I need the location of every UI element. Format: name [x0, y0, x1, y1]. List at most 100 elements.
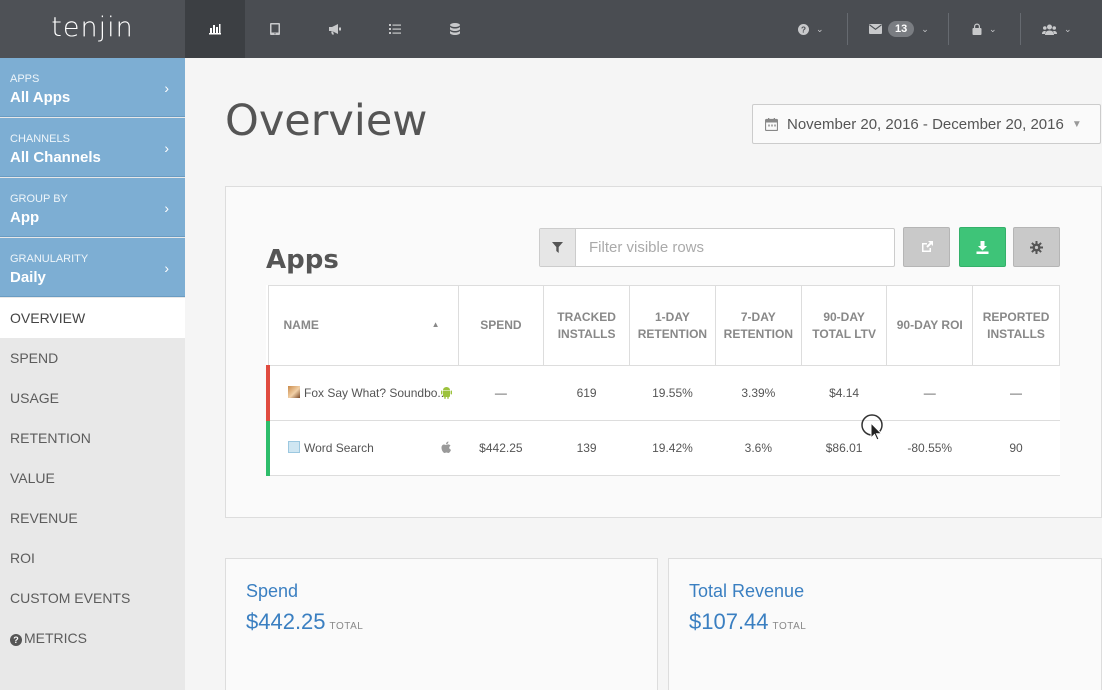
- sidebar: APPS All Apps › CHANNELS All Channels › …: [0, 58, 185, 690]
- filter-button[interactable]: [540, 229, 576, 266]
- filter-rows-field: [539, 228, 895, 267]
- app-name-cell[interactable]: Fox Say What? Soundbo...: [265, 365, 459, 421]
- column-header-tracked-installs[interactable]: TRACKED INSTALLS: [543, 285, 630, 366]
- chevron-down-icon: ⌄: [921, 23, 929, 34]
- filter-rows-input[interactable]: [576, 229, 894, 266]
- column-header-spend[interactable]: SPEND: [457, 285, 545, 366]
- download-button[interactable]: [959, 227, 1006, 267]
- chevron-right-icon: ›: [164, 80, 169, 96]
- tablet-icon: [270, 23, 280, 35]
- dashboard-nav-button[interactable]: [185, 0, 245, 58]
- filter-value: All Apps: [10, 89, 71, 106]
- tracked-installs-cell: 139: [543, 420, 630, 476]
- chevron-right-icon: ›: [164, 260, 169, 276]
- total-revenue-card-unit: TOTAL: [772, 621, 807, 632]
- channels-filter[interactable]: CHANNELS All Channels ›: [0, 118, 185, 177]
- filter-label: APPS: [10, 73, 40, 85]
- app-name-cell[interactable]: Word Search: [265, 420, 459, 476]
- reported-installs-cell: 90: [972, 420, 1060, 476]
- column-header-90-day-total-ltv[interactable]: 90-DAY TOTAL LTV: [800, 285, 888, 366]
- table-row[interactable]: Fox Say What? Soundbo... — 619 19.55% 3.…: [265, 365, 1060, 421]
- team-menu[interactable]: ⌄: [1042, 0, 1072, 58]
- group-by-filter[interactable]: GROUP BY App ›: [0, 178, 185, 237]
- lock-icon: [972, 23, 982, 35]
- app-icon: [288, 386, 300, 398]
- sidebar-item-retention[interactable]: RETENTION: [0, 418, 185, 458]
- divider: [948, 13, 949, 45]
- filter-icon: [552, 242, 563, 253]
- question-circle-icon: ?: [798, 23, 809, 35]
- column-header-reported-installs[interactable]: REPORTED INSTALLS: [972, 285, 1060, 366]
- table-row[interactable]: Word Search $442.25 139 19.42% 3.6% $86.…: [265, 420, 1060, 476]
- settings-button[interactable]: [1013, 227, 1060, 267]
- app-icon: [288, 441, 300, 453]
- retention-1d-cell: 19.55%: [629, 365, 716, 421]
- external-link-icon: [921, 241, 933, 252]
- retention-7d-cell: 3.39%: [715, 365, 802, 421]
- roi-90d-cell: —: [886, 365, 973, 421]
- column-header-7-day-retention[interactable]: 7-DAY RETENTION: [714, 285, 802, 366]
- filter-value: Daily: [10, 269, 46, 286]
- apps-panel-title: Apps: [266, 245, 339, 275]
- open-external-button[interactable]: [903, 227, 950, 267]
- column-header-name[interactable]: NAME ▲: [267, 285, 459, 366]
- caret-down-icon: ▼: [1071, 118, 1082, 130]
- android-icon: [441, 387, 453, 399]
- filter-label: GROUP BY: [10, 193, 68, 205]
- apple-icon: [441, 441, 452, 453]
- table-header-row: NAME ▲ SPEND TRACKED INSTALLS 1-DAY RETEN…: [267, 285, 1060, 366]
- database-icon: [450, 23, 460, 35]
- app-name: Word Search: [304, 441, 374, 455]
- spend-card-unit: TOTAL: [329, 621, 364, 632]
- chevron-right-icon: ›: [164, 140, 169, 156]
- divider: [1020, 13, 1021, 45]
- campaigns-nav-button[interactable]: [305, 0, 365, 58]
- apps-nav-button[interactable]: [245, 0, 305, 58]
- column-header-90-day-roi[interactable]: 90-DAY ROI: [886, 285, 974, 366]
- sidebar-item-custom-events[interactable]: CUSTOM EVENTS: [0, 578, 185, 618]
- filter-label: GRANULARITY: [10, 253, 89, 265]
- sidebar-item-value[interactable]: VALUE: [0, 458, 185, 498]
- reports-nav-button[interactable]: [365, 0, 425, 58]
- filter-value: App: [10, 209, 40, 226]
- date-range-value: November 20, 2016 - December 20, 2016: [787, 115, 1064, 133]
- chevron-down-icon: ⌄: [816, 23, 824, 34]
- column-header-1-day-retention[interactable]: 1-DAY RETENTION: [629, 285, 716, 366]
- spend-card-title: Spend: [246, 581, 299, 601]
- sidebar-item-overview[interactable]: OVERVIEW: [0, 298, 185, 338]
- bar-chart-icon: [209, 24, 221, 35]
- date-range-picker[interactable]: November 20, 2016 - December 20, 2016 ▼: [752, 104, 1101, 144]
- retention-1d-cell: 19.42%: [629, 420, 716, 476]
- apps-table: NAME ▲ SPEND TRACKED INSTALLS 1-DAY RETEN…: [265, 285, 1060, 476]
- users-icon: [1042, 24, 1057, 35]
- tenjin-logo[interactable]: tenjin: [0, 0, 185, 58]
- chevron-down-icon: ⌄: [989, 23, 997, 34]
- granularity-filter[interactable]: GRANULARITY Daily ›: [0, 238, 185, 297]
- download-icon: [976, 240, 989, 254]
- sidebar-item-roi[interactable]: ROI: [0, 538, 185, 578]
- sidebar-item-metrics[interactable]: ? METRICS: [0, 618, 185, 658]
- total-revenue-card-title: Total Revenue: [689, 581, 805, 601]
- top-navbar: tenjin ? ⌄ 13 ⌄ ⌄ ⌄: [0, 0, 1102, 58]
- spend-cell: $442.25: [458, 420, 544, 476]
- sidebar-item-label: METRICS: [24, 630, 87, 646]
- divider: [847, 13, 848, 45]
- tracked-installs-cell: 619: [543, 365, 630, 421]
- retention-7d-cell: 3.6%: [715, 420, 802, 476]
- sidebar-item-usage[interactable]: USAGE: [0, 378, 185, 418]
- total-revenue-card-value: $107.44 TOTAL: [689, 609, 807, 634]
- roi-90d-cell: -80.55%: [886, 420, 973, 476]
- spend-cell: —: [458, 365, 544, 421]
- filter-value: All Channels: [10, 149, 101, 166]
- help-menu[interactable]: ? ⌄: [798, 0, 824, 58]
- message-count-badge: 13: [888, 21, 915, 37]
- account-lock-menu[interactable]: ⌄: [972, 0, 997, 58]
- app-name: Fox Say What? Soundbo...: [304, 386, 448, 400]
- sidebar-item-spend[interactable]: SPEND: [0, 338, 185, 378]
- apps-filter[interactable]: APPS All Apps ›: [0, 58, 185, 117]
- messages-menu[interactable]: 13 ⌄: [869, 0, 929, 58]
- calendar-icon: [765, 117, 778, 131]
- ltv-90d-cell: $4.14: [801, 365, 887, 421]
- data-nav-button[interactable]: [425, 0, 485, 58]
- sidebar-item-revenue[interactable]: REVENUE: [0, 498, 185, 538]
